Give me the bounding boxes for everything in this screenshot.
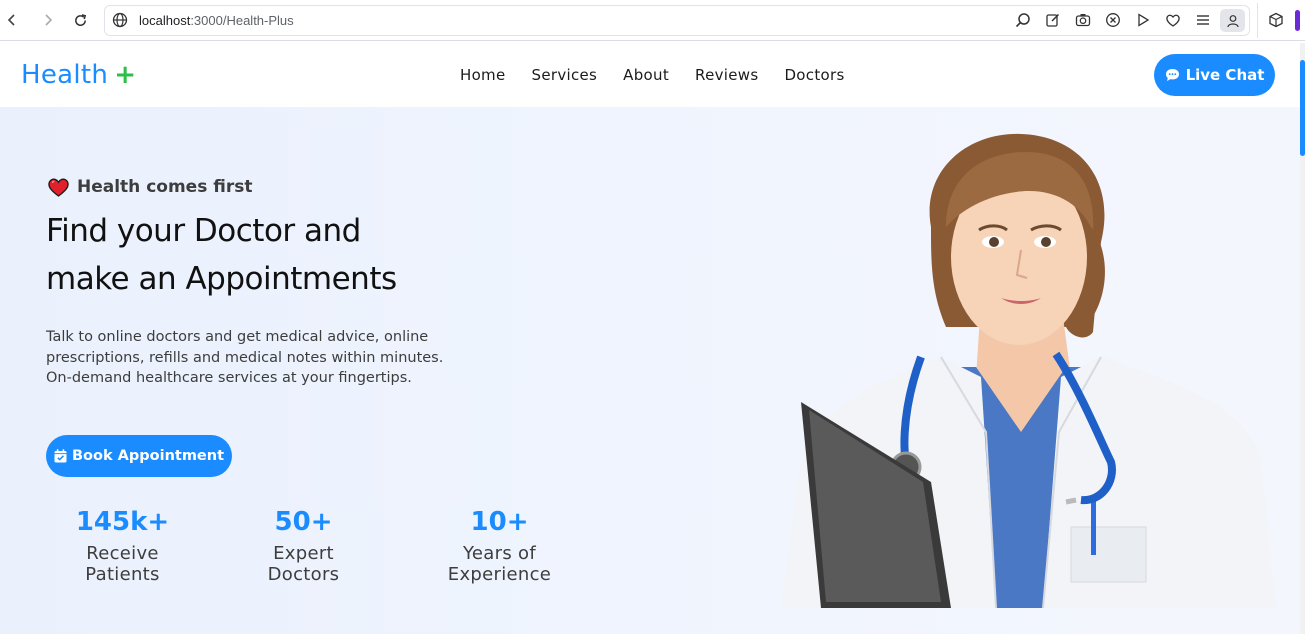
stat-doctors: 50+ Expert Doctors [236,507,371,585]
nav-doctors[interactable]: Doctors [784,66,844,84]
sidebar-indicator [1295,10,1300,31]
stat-value: 10+ [470,507,529,537]
shield-icon[interactable] [1104,11,1122,29]
camera-icon[interactable] [1074,11,1092,29]
reload-icon[interactable] [70,10,90,30]
back-icon[interactable] [2,10,22,30]
search-icon[interactable] [1014,11,1032,29]
hero-section: Health comes first Find your Doctor and … [0,107,1300,634]
headline-line-1: Find your Doctor and [46,213,361,249]
headline-line-2: make an Appointments [46,261,397,297]
logo[interactable]: Health + [21,60,136,90]
chat-icon [1165,69,1179,81]
logo-plus: + [114,60,137,90]
nav-about[interactable]: About [623,66,669,84]
stat-experience: 10+ Years of Experience [409,507,590,585]
main-nav: Home Services About Reviews Doctors [460,66,871,84]
extension-icon[interactable] [1267,11,1285,29]
book-appointment-label: Book Appointment [71,448,225,464]
tagline-text: Health comes first [77,177,253,197]
url-path: :3000/Health-Plus [190,13,294,28]
globe-icon [112,12,128,33]
heart-icon[interactable] [1164,11,1182,29]
nav-home[interactable]: Home [460,66,506,84]
hero-description: Talk to online doctors and get medical a… [46,329,444,386]
stat-value: 145k+ [75,507,170,537]
tagline: Health comes first [48,177,252,197]
stat-label: Expert Doctors [267,543,340,585]
menu-icon[interactable] [1194,11,1212,29]
book-appointment-button[interactable]: Book Appointment [46,435,232,477]
nav-services[interactable]: Services [532,66,598,84]
live-chat-label: Live Chat [1185,66,1265,84]
live-chat-button[interactable]: Live Chat [1154,54,1275,96]
scrollbar-thumb[interactable] [1300,60,1305,156]
profile-icon[interactable] [1220,9,1245,32]
stat-patients: 145k+ Receive Patients [46,507,199,585]
stat-label: Years of Experience [447,543,552,585]
play-icon[interactable] [1134,11,1152,29]
edit-icon[interactable] [1044,11,1062,29]
url-text: localhost:3000/Health-Plus [139,13,294,28]
site-header: Health + Home Services About Reviews Doct… [0,43,1305,107]
logo-text: Health [21,60,109,90]
doctor-image [781,133,1276,608]
stat-label: Receive Patients [85,543,160,585]
forward-icon[interactable] [38,10,58,30]
stat-value: 50+ [274,507,333,537]
nav-reviews[interactable]: Reviews [695,66,758,84]
hero-headline: Find your Doctor and make an Appointment… [46,207,466,303]
heart-icon [48,178,69,197]
url-host: localhost [139,13,191,28]
browser-toolbar: localhost:3000/Health-Plus [0,0,1305,41]
calendar-icon [54,449,67,463]
